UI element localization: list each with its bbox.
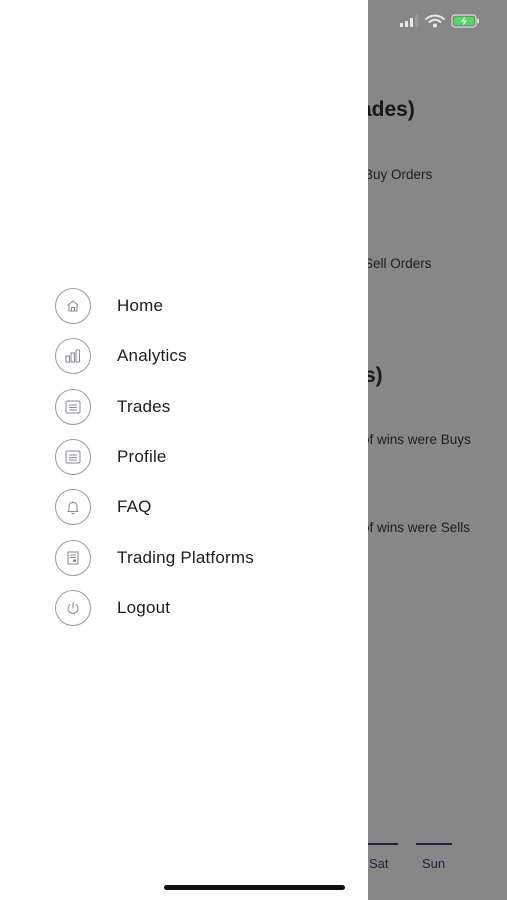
- menu-item-label: Profile: [117, 447, 167, 467]
- bell-icon: [55, 489, 91, 526]
- list-icon: [55, 388, 91, 425]
- status-bar: [399, 14, 481, 28]
- menu-item-label: Trading Platforms: [117, 547, 254, 567]
- menu-item-label: Home: [117, 296, 164, 316]
- home-icon: [55, 288, 91, 325]
- menu-item-label: FAQ: [117, 497, 152, 517]
- power-icon: [55, 589, 91, 626]
- menu-item-trading-platforms[interactable]: Trading Platforms: [55, 532, 254, 582]
- menu-item-home[interactable]: Home: [55, 281, 254, 331]
- menu-item-logout[interactable]: Logout: [55, 583, 254, 633]
- bar-chart-icon: [55, 338, 91, 375]
- list-icon: [55, 439, 91, 476]
- document-icon: [55, 539, 91, 576]
- menu-item-profile[interactable]: Profile: [55, 432, 254, 482]
- drawer-menu: Home Analytics Trades Profile FAQ Tradin…: [55, 281, 254, 633]
- home-indicator[interactable]: [164, 885, 345, 890]
- wifi-icon: [425, 14, 445, 28]
- navigation-drawer: Home Analytics Trades Profile FAQ Tradin…: [0, 0, 368, 900]
- menu-item-label: Trades: [117, 396, 171, 416]
- cellular-signal-icon: [400, 15, 418, 27]
- menu-item-analytics[interactable]: Analytics: [55, 331, 254, 381]
- menu-item-label: Logout: [117, 597, 171, 617]
- menu-item-trades[interactable]: Trades: [55, 382, 254, 432]
- menu-item-label: Analytics: [117, 346, 187, 366]
- battery-charging-icon: [451, 14, 479, 28]
- menu-item-faq[interactable]: FAQ: [55, 482, 254, 532]
